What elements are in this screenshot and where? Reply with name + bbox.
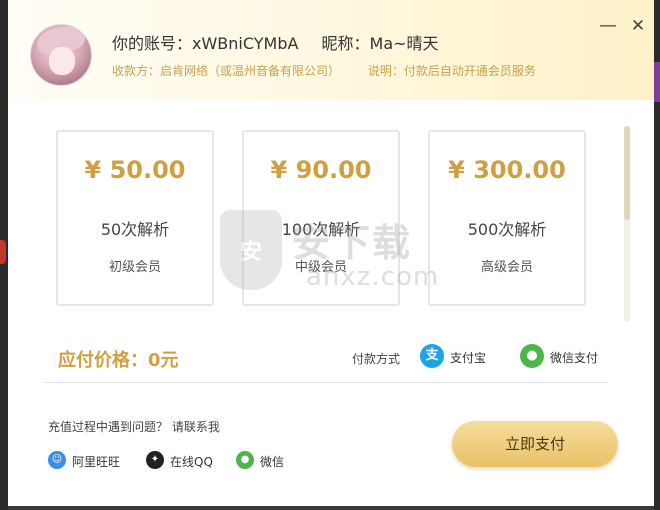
pay-now-button[interactable]: 立即支付 bbox=[452, 421, 618, 467]
contact-label: 阿里旺旺 bbox=[72, 455, 121, 469]
plan-price: ¥ 50.00 bbox=[84, 156, 186, 184]
account-header: 你的账号：xWBniCYMbA 昵称：Ma~晴天 收款方：启肯网络（或温州音备有… bbox=[8, 0, 654, 100]
account-id: 你的账号：xWBniCYMbA bbox=[112, 34, 299, 53]
plan-count: 500次解析 bbox=[467, 220, 547, 239]
alipay-option[interactable]: 支 支付宝 bbox=[420, 344, 500, 368]
plan-level: 高级会员 bbox=[480, 260, 533, 275]
qq-icon: ✦ bbox=[146, 451, 164, 469]
amount-due: 应付价格：0元 bbox=[58, 350, 179, 371]
divider bbox=[44, 382, 608, 383]
contact-qq[interactable]: ✦ 在线QQ bbox=[146, 451, 226, 471]
payee-info: 收款方：启肯网络（或温州音备有限公司） 说明：付款后自动开通会员服务 bbox=[112, 62, 536, 79]
alipay-label: 支付宝 bbox=[450, 351, 487, 365]
wechat-pay-icon: ● bbox=[520, 344, 544, 368]
plan-card-basic[interactable]: ¥ 50.00 50次解析 初级会员 bbox=[56, 130, 214, 306]
user-avatar bbox=[30, 24, 92, 86]
wechat-pay-option[interactable]: ● 微信支付 bbox=[520, 344, 616, 368]
account-info: 你的账号：xWBniCYMbA 昵称：Ma~晴天 bbox=[112, 30, 439, 54]
background-accent bbox=[0, 240, 6, 264]
service-note: 说明：付款后自动开通会员服务 bbox=[367, 64, 536, 78]
help-text: 充值过程中遇到问题？ 请联系我 bbox=[48, 420, 220, 434]
scrollbar-thumb[interactable] bbox=[624, 126, 630, 220]
plan-card-advanced[interactable]: ¥ 300.00 500次解析 高级会员 bbox=[428, 130, 586, 306]
plan-count: 100次解析 bbox=[281, 220, 361, 239]
background-accent bbox=[654, 62, 660, 102]
plan-list: ¥ 50.00 50次解析 初级会员 ¥ 90.00 100次解析 中级会员 ¥… bbox=[56, 130, 606, 306]
contact-wechat[interactable]: ● 微信 bbox=[236, 451, 296, 471]
plan-count: 50次解析 bbox=[100, 220, 170, 239]
wechat-pay-label: 微信支付 bbox=[550, 351, 599, 365]
plan-card-intermediate[interactable]: ¥ 90.00 100次解析 中级会员 bbox=[242, 130, 400, 306]
payment-method-label: 付款方式 bbox=[352, 352, 401, 366]
payee-text: 收款方：启肯网络（或温州音备有限公司） bbox=[112, 64, 341, 78]
contact-aliwangwang[interactable]: ☺ 阿里旺旺 bbox=[48, 451, 132, 471]
payment-dialog: 你的账号：xWBniCYMbA 昵称：Ma~晴天 收款方：启肯网络（或温州音备有… bbox=[8, 0, 654, 506]
plan-scrollbar[interactable] bbox=[624, 126, 630, 322]
close-button[interactable]: ✕ bbox=[628, 16, 648, 36]
plan-level: 中级会员 bbox=[294, 260, 347, 275]
plan-price: ¥ 90.00 bbox=[270, 156, 372, 184]
alipay-icon: 支 bbox=[420, 344, 444, 368]
nickname: 昵称：Ma~晴天 bbox=[321, 34, 439, 53]
minimize-button[interactable]: — bbox=[598, 16, 618, 36]
plan-level: 初级会员 bbox=[108, 260, 161, 275]
aliwangwang-icon: ☺ bbox=[48, 451, 66, 469]
wechat-icon: ● bbox=[236, 451, 254, 469]
contact-label: 在线QQ bbox=[170, 455, 213, 469]
contact-label: 微信 bbox=[260, 455, 285, 469]
plan-price: ¥ 300.00 bbox=[448, 156, 566, 184]
